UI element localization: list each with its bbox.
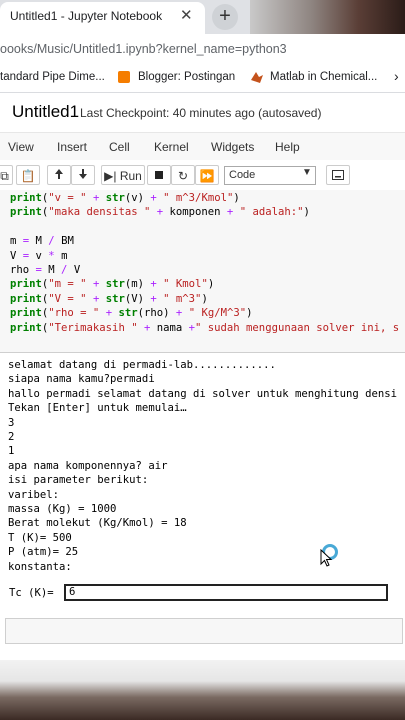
output-line: T (K)= 500: [8, 531, 72, 544]
restart-button[interactable]: ↻: [171, 165, 195, 185]
output-line: massa (Kg) = 1000: [8, 503, 117, 516]
arrow-up-icon: [55, 169, 63, 179]
stop-icon: [155, 171, 163, 179]
bookmark-matlab[interactable]: Matlab in Chemical...: [270, 71, 377, 83]
arrow-down-icon: [79, 169, 87, 179]
code-line: m = M / BM: [10, 235, 74, 248]
keyboard-icon: [332, 170, 344, 180]
output-line: hallo permadi selamat datang di solver u…: [8, 387, 398, 400]
command-palette-button[interactable]: [326, 165, 350, 185]
output-line: isi parameter berikut:: [8, 474, 149, 487]
output-line: konstanta:: [8, 560, 72, 573]
matlab-icon: [251, 72, 263, 83]
background-photo: [250, 0, 405, 34]
interrupt-button[interactable]: [147, 165, 171, 185]
menu-widgets[interactable]: Widgets: [211, 140, 254, 154]
input-prompt-label: Tc (K)=: [9, 587, 54, 599]
menu-help[interactable]: Help: [275, 140, 300, 154]
code-line: print("maka densitas " + komponen + " ad…: [10, 206, 310, 219]
stdin-input-value[interactable]: 6: [69, 586, 75, 598]
menu-insert[interactable]: Insert: [57, 140, 87, 154]
code-line: print("Terimakasih " + nama +" sudah men…: [10, 321, 400, 334]
run-button[interactable]: ▶| Run: [101, 165, 145, 185]
empty-code-cell[interactable]: [5, 618, 403, 644]
output-line: Tekan [Enter] untuk memulai…: [8, 402, 187, 415]
bookmarks-more-icon[interactable]: ›: [394, 68, 399, 84]
output-line: apa nama komponennya? air: [8, 459, 168, 472]
code-line: print("m = " + str(m) + " Kmol"): [10, 278, 215, 291]
output-line: varibel:: [8, 488, 60, 501]
output-line: 1: [8, 445, 15, 458]
fast-forward-icon: ⏩: [199, 169, 215, 183]
new-tab-button[interactable]: +: [212, 4, 238, 30]
output-line: 3: [8, 416, 15, 429]
menu-view[interactable]: View: [8, 140, 34, 154]
code-line: print("V = " + str(V) + " m^3"): [10, 292, 208, 305]
move-up-button[interactable]: [47, 165, 71, 185]
menu-kernel[interactable]: Kernel: [154, 140, 189, 154]
tab-title[interactable]: Untitled1 - Jupyter Notebook: [10, 9, 162, 23]
bookmark-standard-pipe[interactable]: tandard Pipe Dime...: [0, 71, 105, 83]
close-icon[interactable]: ✕: [180, 6, 193, 24]
code-line: print("v = " + str(v) + " m^3/Kmol"): [10, 192, 240, 204]
notebook-title[interactable]: Untitled1: [12, 102, 79, 122]
output-line: Berat molekut (Kg/Kmol) = 18: [8, 517, 187, 530]
cell-output: selamat datang di permadi-lab...........…: [8, 358, 397, 574]
checkpoint-status: Last Checkpoint: 40 minutes ago (autosav…: [80, 106, 322, 120]
chevron-down-icon: ▼: [302, 167, 312, 178]
menu-cell[interactable]: Cell: [109, 140, 130, 154]
code-line: rho = M / V: [10, 264, 81, 277]
paste-icon[interactable]: 📋: [16, 165, 40, 185]
run-icon: ▶|: [104, 169, 117, 183]
output-line: selamat datang di permadi-lab...........…: [8, 359, 276, 371]
stdin-input[interactable]: [64, 584, 388, 601]
restart-run-all-button[interactable]: ⏩: [195, 165, 219, 185]
bookmark-blogger[interactable]: Blogger: Postingan: [138, 71, 235, 83]
output-line: P (atm)= 25: [8, 546, 79, 559]
restart-icon: ↻: [177, 169, 189, 183]
move-down-button[interactable]: [71, 165, 95, 185]
url-text[interactable]: oooks/Music/Untitled1.ipynb?kernel_name=…: [0, 42, 287, 56]
copy-icon[interactable]: ⧉: [0, 165, 13, 185]
output-line: siapa nama kamu?permadi: [8, 373, 155, 386]
blogger-icon: [118, 71, 130, 83]
run-label: Run: [119, 169, 142, 183]
output-line: 2: [8, 431, 15, 444]
code-line: print("rho = " + str(rho) + " Kg/M^3"): [10, 307, 253, 320]
mouse-pointer-icon: [320, 549, 332, 567]
code-editor[interactable]: print("v = " + str(v) + " m^3/Kmol") pri…: [10, 191, 399, 335]
code-line: V = v * m: [10, 249, 68, 262]
desktop-background: [0, 660, 405, 720]
